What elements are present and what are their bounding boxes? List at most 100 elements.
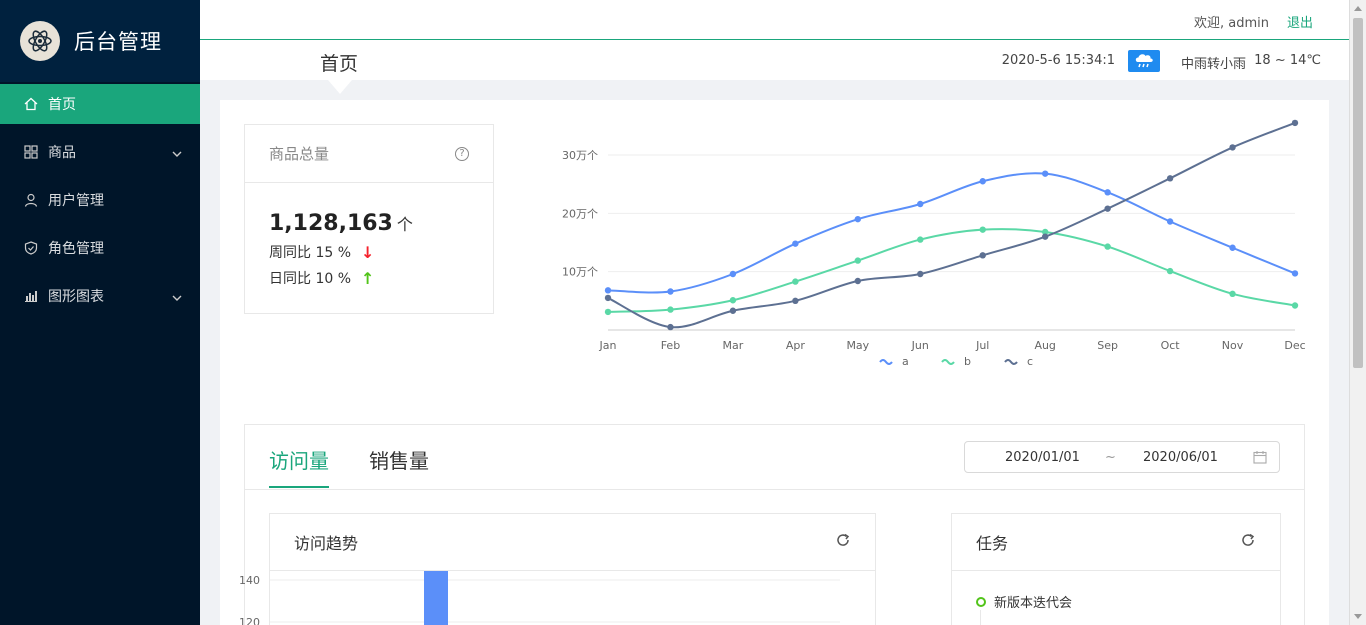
chevron-down-icon [172, 290, 182, 306]
data-point [792, 240, 799, 247]
sidebar-item-products[interactable]: 商品 [0, 132, 200, 172]
stat-unit: 个 [396, 215, 413, 234]
y-tick-label: 30万个 [562, 149, 598, 162]
x-tick-label: Feb [661, 339, 680, 352]
scroll-down-arrow-icon[interactable] [1354, 614, 1362, 619]
timeline-dot-icon [976, 596, 986, 607]
week-compare-label: 周同比 15 % [269, 245, 352, 261]
data-point [667, 306, 674, 313]
x-tick-label: Oct [1161, 339, 1181, 352]
visits-trend-header: 访问趋势 [270, 514, 875, 571]
logo[interactable]: 后台管理 [0, 0, 200, 82]
refresh-icon[interactable] [835, 532, 851, 552]
scroll-up-arrow-icon[interactable] [1354, 6, 1362, 11]
x-tick-label: Dec [1284, 339, 1305, 352]
user-icon [24, 193, 38, 207]
stat-card-header: 商品总量 ? [245, 125, 493, 183]
data-point [1166, 267, 1174, 275]
sidebar-item-label: 商品 [48, 145, 76, 161]
timeline-line [980, 610, 981, 625]
breadcrumb: 首页 2020-5-6 15:34:1 中雨转小雨 18 ~ 14℃ [200, 40, 1349, 94]
tab-ink-bar [269, 486, 329, 488]
y-tick-label: 10万个 [562, 266, 598, 279]
series-line-b [607, 228, 1296, 313]
tab-sales[interactable]: 销售量 [369, 445, 429, 474]
x-tick-label: Jul [975, 339, 989, 352]
page-title: 首页 [320, 53, 359, 75]
task-header: 任务 [952, 514, 1280, 571]
bar [424, 571, 448, 625]
data-point [1104, 205, 1111, 212]
welcome-text: 欢迎, admin [1194, 16, 1269, 31]
legend-swatch-icon [1004, 359, 1018, 365]
refresh-icon[interactable] [1240, 532, 1256, 552]
sidebar-item-label: 用户管理 [48, 193, 104, 209]
data-point [854, 277, 862, 285]
date-range-picker[interactable]: 2020/01/01 ~ 2020/06/01 [964, 441, 1280, 473]
data-point [667, 288, 674, 295]
page-scrollbar[interactable] [1349, 0, 1366, 625]
rain-cloud-icon [1128, 50, 1160, 72]
task-card: 任务 新版本迭代会 [951, 513, 1281, 625]
sidebar-item-roles[interactable]: 角色管理 [0, 228, 200, 268]
x-tick-label: May [846, 339, 869, 352]
top-header: 欢迎, admin 退出 [200, 0, 1349, 40]
data-point [1041, 233, 1049, 240]
weather-text: 中雨转小雨 [1180, 57, 1246, 72]
data-point [917, 200, 924, 208]
data-point [1166, 218, 1174, 225]
sidebar-item-users[interactable]: 用户管理 [0, 180, 200, 220]
x-tick-label: Mar [723, 339, 744, 352]
data-point [979, 252, 986, 259]
x-tick-label: Sep [1097, 339, 1118, 352]
sidebar-item-home[interactable]: 首页 [0, 84, 200, 124]
sidebar-item-label: 角色管理 [48, 241, 104, 257]
data-point [729, 270, 737, 278]
help-icon[interactable]: ? [455, 146, 469, 161]
stat-value-row: 1,128,163 个 [269, 211, 469, 236]
logout-link[interactable]: 退出 [1287, 12, 1313, 31]
x-tick-label: Jun [911, 339, 929, 352]
x-tick-label: Nov [1222, 339, 1244, 352]
datetime-text: 2020-5-6 15:34:1 [1001, 53, 1115, 68]
task-item[interactable]: 新版本迭代会 [976, 592, 1072, 611]
data-point [792, 297, 799, 305]
chart-icon [24, 289, 38, 303]
range-start[interactable]: 2020/01/01 [1005, 450, 1080, 465]
arrow-down-icon: ↓ [361, 242, 375, 262]
data-point [854, 215, 862, 223]
visits-sales-card: 访问量 销售量 2020/01/01 ~ 2020/06/01 访问趋势 140… [239, 424, 1305, 625]
calendar-icon [1253, 450, 1267, 468]
data-point [1166, 175, 1174, 182]
data-point [854, 257, 862, 264]
range-separator: ~ [1105, 450, 1116, 465]
x-tick-label: Jan [599, 339, 617, 352]
range-end[interactable]: 2020/06/01 [1143, 450, 1218, 465]
legend-label: c [1027, 355, 1033, 368]
data-point [729, 307, 737, 314]
main-panel: 商品总量 ? 1,128,163 个 周同比 15 % ↓ 日同比 10 % ↑ … [220, 100, 1329, 625]
y-tick-label: 140 [239, 574, 260, 587]
tab-bar: 访问量 销售量 2020/01/01 ~ 2020/06/01 [245, 425, 1304, 490]
x-tick-label: Aug [1034, 339, 1055, 352]
scroll-thumb[interactable] [1353, 18, 1363, 368]
sidebar-item-label: 图形图表 [48, 289, 104, 305]
data-point [604, 308, 612, 316]
data-point [792, 278, 799, 285]
data-point [604, 287, 612, 294]
sidebar-item-charts[interactable]: 图形图表 [0, 276, 200, 316]
legend-label: b [964, 355, 971, 368]
app-title: 后台管理 [74, 30, 162, 54]
logo-icon [20, 21, 60, 61]
shield-icon [24, 241, 38, 255]
tab-visits[interactable]: 访问量 [269, 445, 329, 474]
breadcrumb-pointer [328, 80, 352, 94]
data-point [1104, 189, 1111, 196]
data-point [979, 226, 986, 233]
grid-icon [24, 145, 38, 159]
data-point [1291, 270, 1299, 277]
line-chart: 10万个 20万个 30万个 Jan Feb Mar Apr May Jun Jul Aug Sep O… [562, 119, 1306, 368]
data-point [979, 178, 986, 185]
stat-value: 1,128,163 [269, 211, 393, 236]
visits-bar-chart: 140 120 [239, 571, 840, 625]
